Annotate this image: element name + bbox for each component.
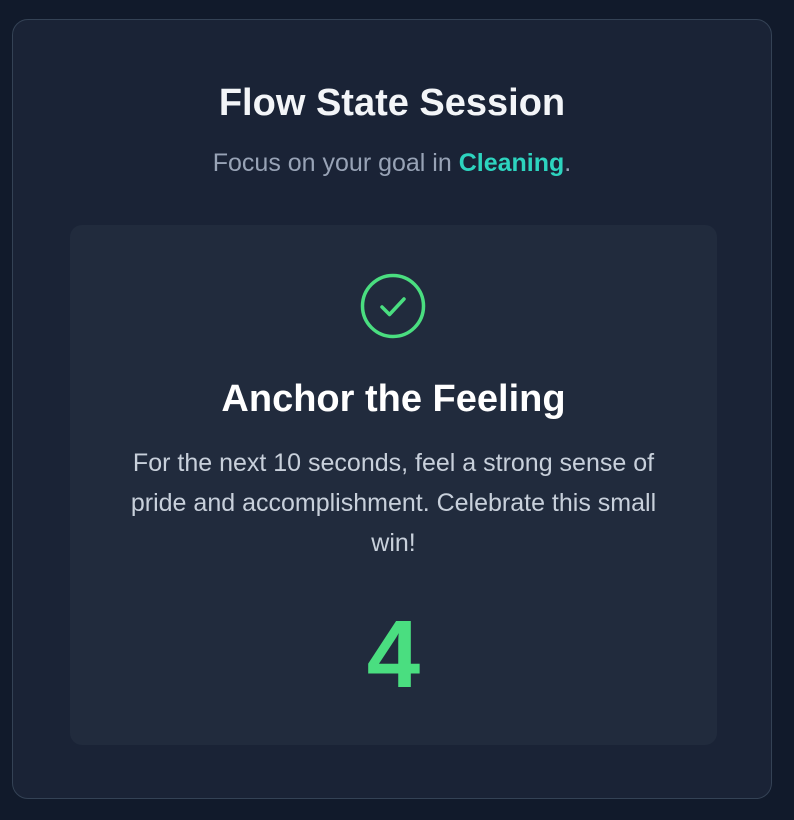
subtitle-prefix: Focus on your goal in bbox=[212, 149, 459, 177]
session-card: Flow State Session Focus on your goal in… bbox=[12, 19, 772, 799]
check-circle-icon bbox=[360, 273, 426, 339]
step-instruction: For the next 10 seconds, feel a strong s… bbox=[130, 449, 657, 557]
subtitle-suffix: . bbox=[564, 149, 572, 177]
session-title: Flow State Session bbox=[218, 82, 566, 124]
countdown-timer: 4 bbox=[366, 601, 421, 708]
step-heading: Anchor the Feeling bbox=[221, 378, 566, 420]
step-panel: Anchor the Feeling For the next 10 secon… bbox=[70, 225, 717, 745]
session-subtitle: Focus on your goal in Cleaning. bbox=[13, 147, 771, 179]
goal-category: Cleaning bbox=[458, 149, 565, 177]
